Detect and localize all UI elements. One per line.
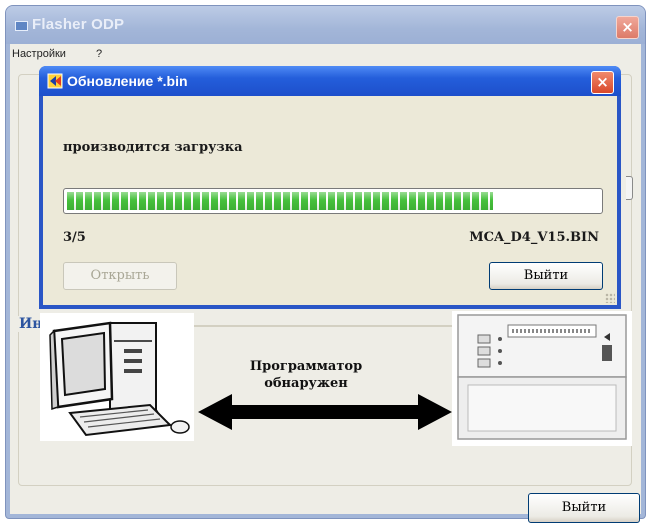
app-icon <box>15 21 28 31</box>
programmer-device-image <box>452 311 632 446</box>
double-arrow-icon <box>198 394 452 430</box>
dialog-close-button[interactable]: × <box>591 71 614 94</box>
file-counter: 3/5 <box>63 230 86 245</box>
app-logo-icon <box>47 73 63 89</box>
progress-bar-fill <box>67 192 493 210</box>
programmer-status-line1: Программатор <box>249 359 363 374</box>
dialog-title-bar: Обновление *.bin × <box>39 66 621 96</box>
close-icon: × <box>621 18 634 36</box>
main-close-button[interactable]: × <box>616 16 639 39</box>
menu-item-settings[interactable]: Настройки <box>12 48 66 60</box>
open-button: Открыть <box>63 262 177 290</box>
dialog-title: Обновление *.bin <box>67 73 188 89</box>
programmer-status-label: Программатор обнаружен <box>236 358 376 392</box>
computer-image <box>40 313 194 441</box>
progress-bar <box>63 188 603 214</box>
main-window-title: Flasher ODP <box>32 16 125 33</box>
loading-status-text: производится загрузка <box>63 140 243 155</box>
menu-item-help[interactable]: ? <box>96 48 102 60</box>
main-title-bar: Flasher ODP × <box>6 6 645 44</box>
resize-grip[interactable] <box>605 293 615 303</box>
current-file-name: MCA_D4_V15.BIN <box>469 230 599 245</box>
dialog-client-area: производится загрузка 3/5 MCA_D4_V15.BIN… <box>43 96 617 305</box>
main-exit-button[interactable]: Выйти <box>528 493 640 523</box>
update-dialog: Обновление *.bin × производится загрузка… <box>39 66 621 309</box>
close-icon: × <box>596 73 609 91</box>
hidden-control-edge <box>626 176 633 200</box>
dialog-exit-button[interactable]: Выйти <box>489 262 603 290</box>
programmer-status-line2: обнаружен <box>264 376 348 391</box>
menu-bar: Настройки ? <box>10 44 641 64</box>
